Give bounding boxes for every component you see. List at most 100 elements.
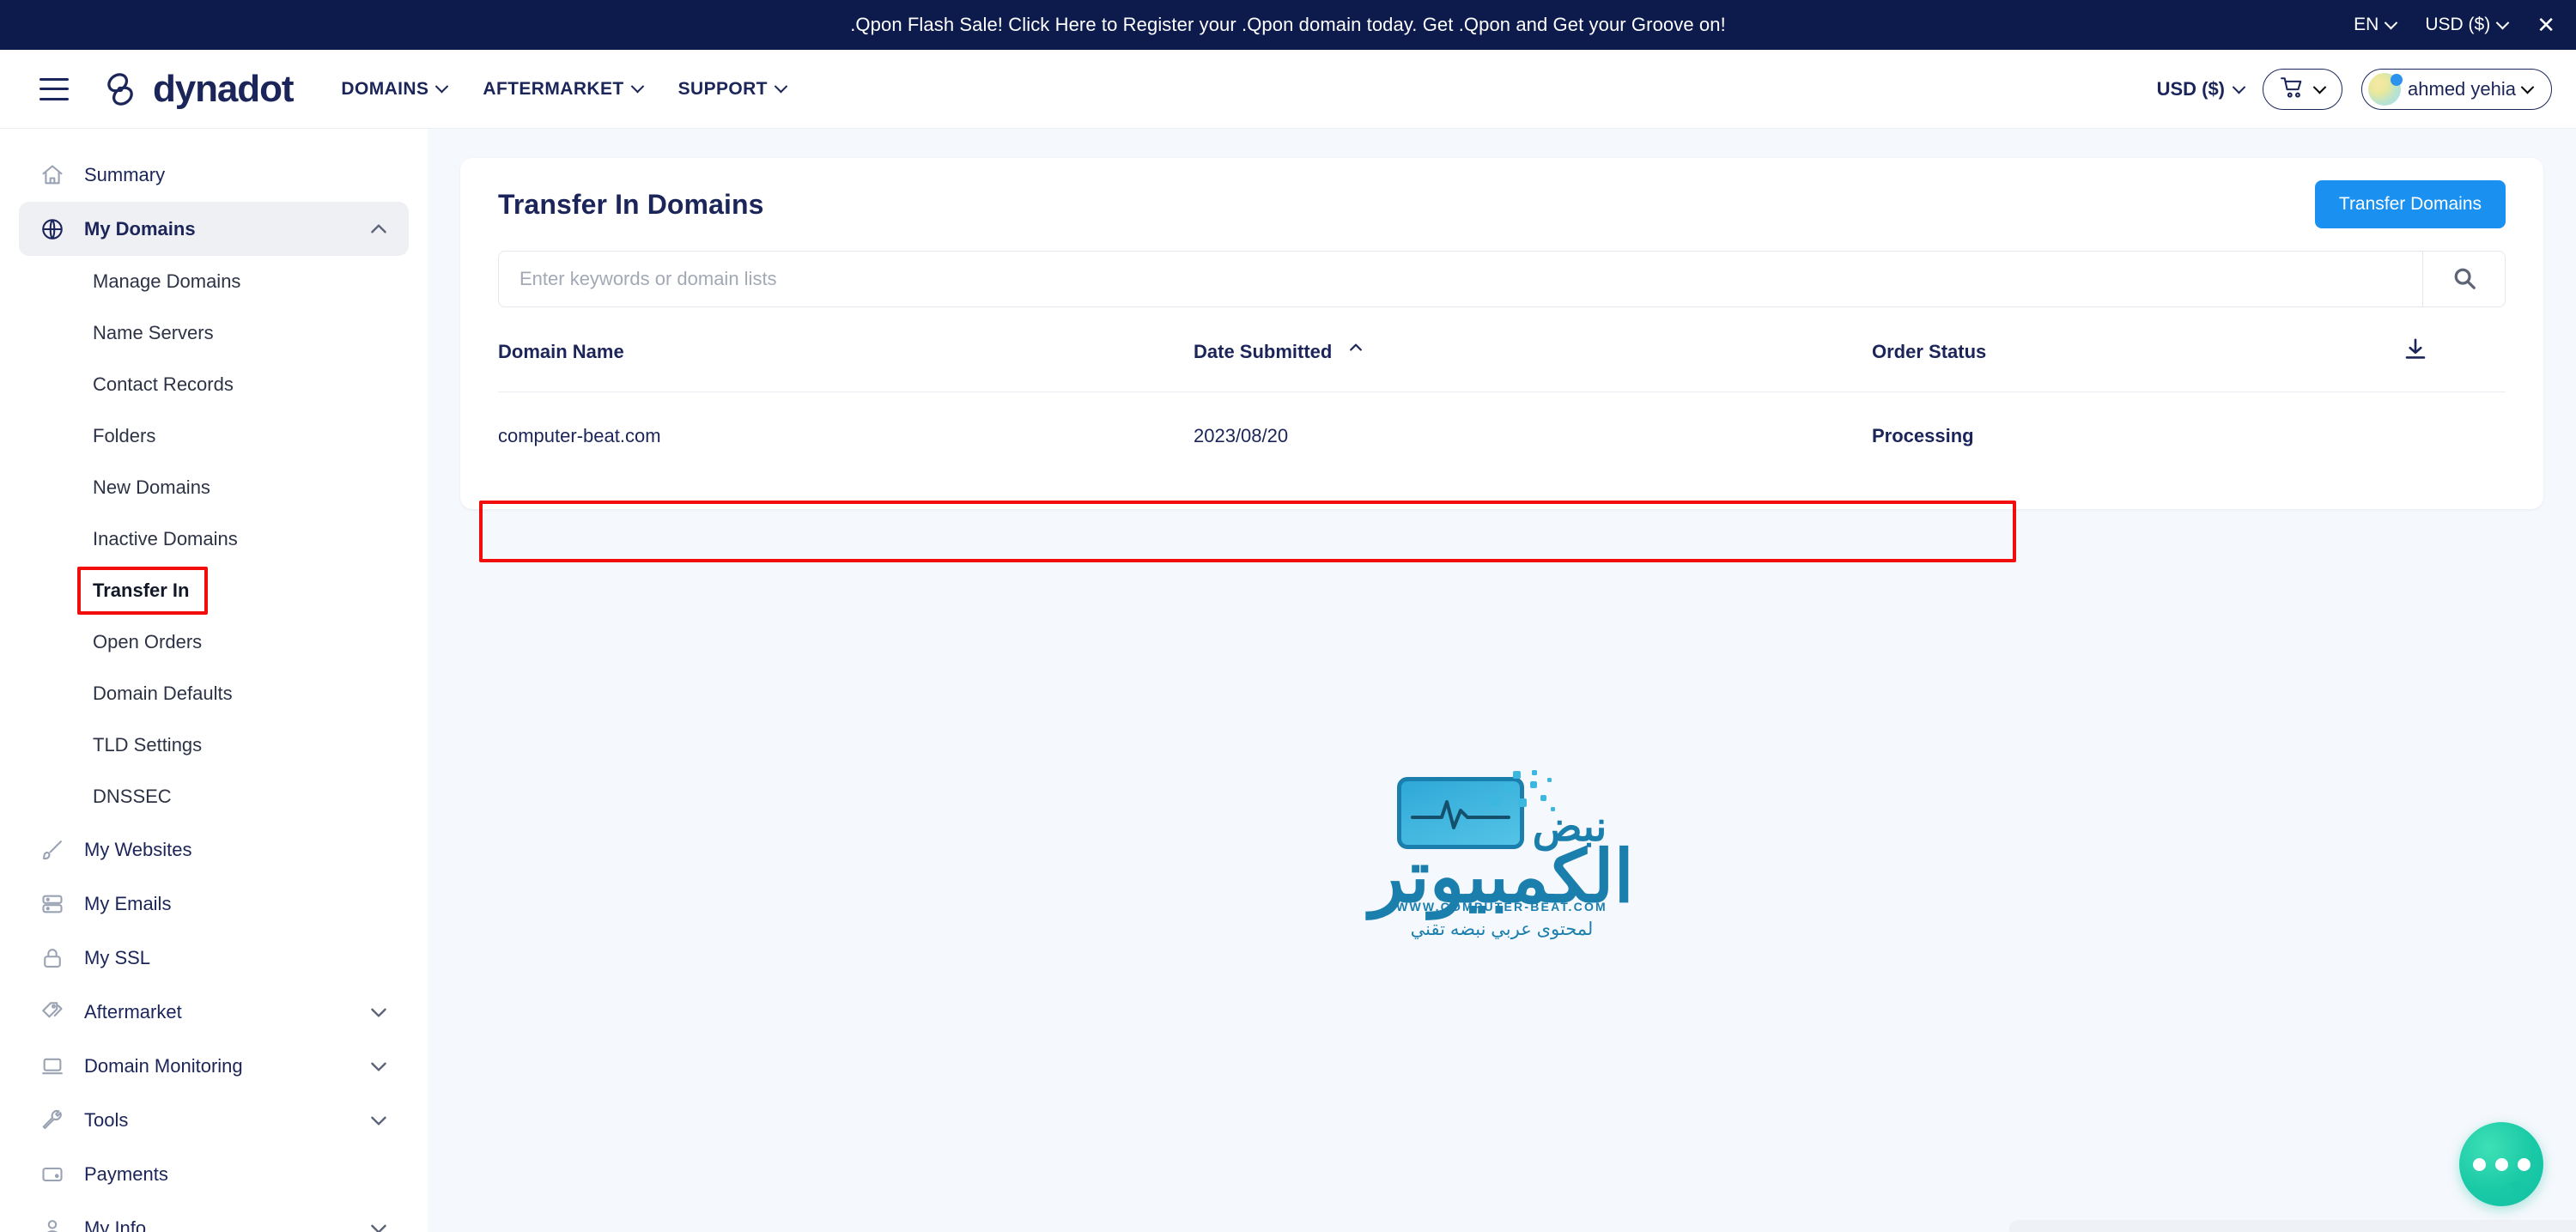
sidebar-item-inactive-domains[interactable]: Inactive Domains (19, 513, 409, 565)
column-header-date-submitted[interactable]: Date Submitted (1194, 337, 1872, 392)
nav-support[interactable]: SUPPORT (677, 78, 788, 100)
promo-controls: EN USD ($) ✕ (2354, 0, 2555, 50)
banner-currency-selector[interactable]: USD ($) (2425, 15, 2510, 35)
column-header-domain-name[interactable]: Domain Name (498, 337, 1194, 392)
sidebar-item-label: Contact Records (93, 373, 234, 395)
sidebar-item-open-orders[interactable]: Open Orders (19, 616, 409, 668)
sidebar-item-label: Aftermarket (84, 1000, 182, 1023)
page-title: Transfer In Domains (498, 188, 764, 220)
watermark-monitor-icon (1396, 770, 1555, 849)
transfer-domains-button[interactable]: Transfer Domains (2314, 180, 2506, 228)
sidebar-item-my-info[interactable]: My Info (19, 1201, 409, 1232)
avatar (2368, 73, 2403, 106)
chevron-down-icon (2520, 80, 2535, 94)
table-body: computer-beat.com 2023/08/20 Processing (498, 392, 2506, 477)
sidebar: Summary My Domains Manage Domains Name S… (0, 129, 428, 1232)
sidebar-item-manage-domains[interactable]: Manage Domains (19, 256, 409, 307)
chat-bubble-icon[interactable] (2459, 1122, 2543, 1206)
search-icon (2451, 265, 2477, 294)
sidebar-item-label: My Emails (84, 892, 172, 914)
search-input[interactable] (499, 252, 2422, 306)
column-header-date-submitted-label: Date Submitted (1194, 341, 1333, 362)
cell-row-actions (2403, 392, 2506, 477)
transfer-in-panel: Transfer In Domains Transfer Domains Dom (460, 158, 2543, 509)
chevron-down-icon (2385, 15, 2398, 29)
chevron-down-icon[interactable] (368, 1109, 390, 1132)
sidebar-item-domain-defaults[interactable]: Domain Defaults (19, 668, 409, 719)
nav-aftermarket-label: AFTERMARKET (483, 78, 624, 99)
status-badge: Processing (1872, 425, 1974, 446)
column-header-download (2403, 337, 2506, 392)
sidebar-item-name-servers[interactable]: Name Servers (19, 307, 409, 359)
table-row[interactable]: computer-beat.com 2023/08/20 Processing (498, 392, 2506, 477)
cart-icon (2281, 76, 2305, 103)
banner-currency-label: USD ($) (2425, 15, 2491, 34)
sidebar-item-domain-monitoring[interactable]: Domain Monitoring (19, 1039, 409, 1093)
table-header: Domain Name Date Submitted Order Status (498, 337, 2506, 392)
sidebar-item-dnssec[interactable]: DNSSEC (19, 771, 409, 822)
chevron-down-icon[interactable] (368, 1217, 390, 1232)
main-navigation: DOMAINS AFTERMARKET SUPPORT (341, 78, 788, 100)
chevron-up-icon[interactable] (368, 218, 390, 240)
language-selector[interactable]: EN (2354, 15, 2398, 35)
nav-aftermarket[interactable]: AFTERMARKET (483, 78, 644, 100)
user-menu-button[interactable]: ahmed yehia (2361, 69, 2552, 110)
main-content: Transfer In Domains Transfer Domains Dom (428, 129, 2576, 1232)
user-icon (38, 1214, 67, 1232)
brush-icon (38, 835, 67, 865)
chevron-down-icon[interactable] (368, 1001, 390, 1023)
column-header-order-status[interactable]: Order Status (1872, 337, 2403, 392)
sidebar-item-transfer-in[interactable]: Transfer In (19, 565, 409, 616)
sidebar-item-label: Manage Domains (93, 270, 241, 292)
nav-domains[interactable]: DOMAINS (341, 79, 449, 100)
nav-support-label: SUPPORT (677, 78, 768, 99)
sidebar-item-label: Payments (84, 1162, 168, 1185)
sidebar-item-my-emails[interactable]: My Emails (19, 877, 409, 931)
sidebar-item-aftermarket[interactable]: Aftermarket (19, 985, 409, 1039)
tag-icon (38, 998, 67, 1027)
sidebar-item-label: TLD Settings (93, 734, 203, 756)
download-icon[interactable] (2403, 337, 2428, 362)
sidebar-item-summary[interactable]: Summary (19, 148, 409, 202)
sidebar-item-folders[interactable]: Folders (19, 410, 409, 462)
currency-label: USD ($) (2156, 78, 2226, 100)
sidebar-item-label: My SSL (84, 946, 151, 968)
chevron-down-icon (2495, 15, 2510, 29)
sidebar-item-tools[interactable]: Tools (19, 1093, 409, 1147)
sidebar-item-label: My Info (84, 1217, 147, 1232)
sidebar-item-tld-settings[interactable]: TLD Settings (19, 719, 409, 771)
sidebar-item-my-ssl[interactable]: My SSL (19, 931, 409, 985)
cell-domain-name[interactable]: computer-beat.com (498, 392, 1194, 477)
search-button[interactable] (2422, 252, 2505, 306)
hamburger-menu-icon[interactable] (39, 77, 69, 100)
bottom-panel-edge (2009, 1220, 2576, 1232)
promo-message[interactable]: .Qpon Flash Sale! Click Here to Register… (850, 14, 1726, 36)
sidebar-item-label: DNSSEC (93, 786, 172, 807)
chevron-down-icon (630, 79, 644, 94)
brand-name: dynadot (153, 67, 295, 110)
dynadot-mark-icon (101, 70, 141, 109)
sidebar-item-new-domains[interactable]: New Domains (19, 462, 409, 513)
sidebar-item-my-websites[interactable]: My Websites (19, 822, 409, 877)
chat-bubble-tail (2507, 1180, 2524, 1203)
sidebar-item-label: New Domains (93, 476, 210, 498)
user-name: ahmed yehia (2408, 78, 2516, 100)
chevron-down-icon[interactable] (368, 1055, 390, 1077)
cart-button[interactable] (2263, 69, 2343, 110)
pixel-burst-icon (1488, 770, 1555, 811)
sort-ascending-icon (1347, 339, 1364, 361)
globe-icon (38, 215, 67, 244)
chevron-down-icon (2232, 80, 2246, 94)
app-shell: Summary My Domains Manage Domains Name S… (0, 129, 2576, 1232)
close-icon[interactable]: ✕ (2537, 14, 2555, 36)
currency-selector[interactable]: USD ($) (2156, 78, 2246, 100)
sidebar-item-contact-records[interactable]: Contact Records (19, 359, 409, 410)
dynadot-logo[interactable]: dynadot (101, 67, 295, 110)
wrench-icon (38, 1106, 67, 1135)
lock-icon (38, 944, 67, 973)
computer-beat-watermark-logo: نبض الكمبيوتر WWW.COMPUTER-BEAT.COM لمحت… (1347, 770, 1656, 940)
sidebar-item-label: Folders (93, 425, 156, 446)
language-label: EN (2354, 15, 2379, 34)
sidebar-item-payments[interactable]: Payments (19, 1147, 409, 1201)
sidebar-item-my-domains[interactable]: My Domains (19, 202, 409, 256)
